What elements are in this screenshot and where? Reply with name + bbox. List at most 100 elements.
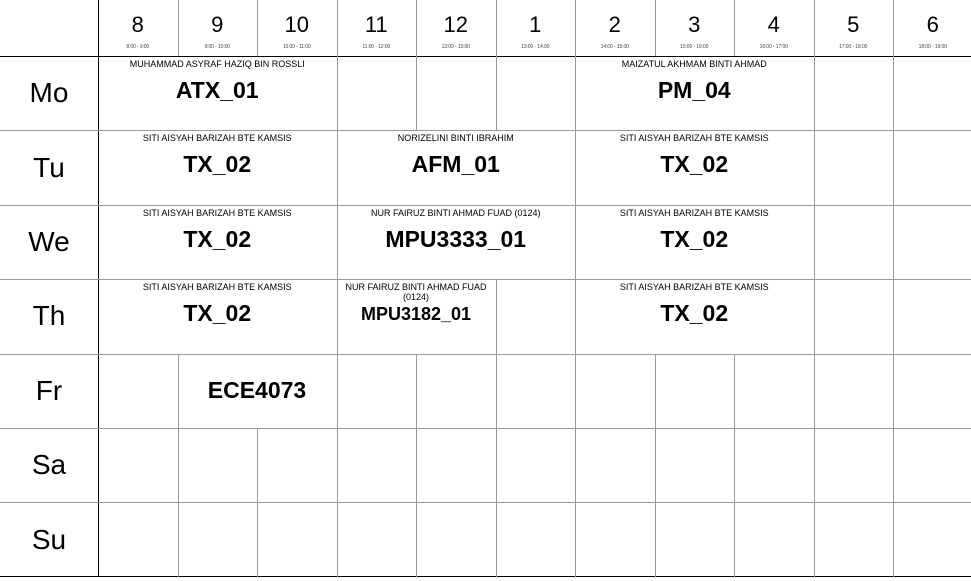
- empty-slot[interactable]: [416, 502, 496, 576]
- empty-slot[interactable]: [496, 279, 576, 353]
- grid-line: [98, 0, 99, 577]
- empty-slot[interactable]: [734, 502, 814, 576]
- empty-slot[interactable]: [575, 354, 655, 428]
- grid-line: [893, 502, 894, 577]
- grid-line: [575, 428, 576, 502]
- empty-slot[interactable]: [416, 428, 496, 502]
- day-label: We: [28, 225, 70, 257]
- day-label: Mo: [29, 77, 69, 109]
- grid-line: [257, 0, 258, 56]
- course-block[interactable]: SITI AISYAH BARIZAH BTE KAMSIS TX_02: [575, 205, 814, 279]
- time-slot-header: 12 12:00 - 13:00: [416, 0, 496, 56]
- course-code: MPU3182_01: [360, 304, 472, 325]
- empty-slot[interactable]: [814, 205, 894, 279]
- empty-slot[interactable]: [814, 354, 894, 428]
- empty-slot[interactable]: [734, 354, 814, 428]
- empty-slot[interactable]: [575, 428, 655, 502]
- course-block[interactable]: NORIZELINI BINTI IBRAHIM AFM_01: [337, 130, 576, 204]
- empty-slot[interactable]: [655, 354, 735, 428]
- empty-slot[interactable]: [814, 56, 894, 130]
- empty-slot[interactable]: [734, 428, 814, 502]
- grid-line: [893, 0, 894, 56]
- grid-line: [893, 428, 894, 502]
- grid-line: [416, 428, 417, 502]
- grid-line: [575, 56, 576, 130]
- grid-line: [814, 428, 815, 502]
- empty-slot[interactable]: [337, 502, 417, 576]
- day-label: Th: [32, 300, 66, 332]
- empty-slot[interactable]: [893, 56, 971, 130]
- course-code: TX_02: [183, 300, 252, 327]
- empty-slot[interactable]: [814, 428, 894, 502]
- grid-line: [416, 56, 417, 130]
- grid-line: [0, 502, 971, 503]
- empty-slot[interactable]: [496, 502, 576, 576]
- empty-slot[interactable]: [257, 502, 337, 576]
- course-block[interactable]: MUHAMMAD ASYRAF HAZIQ BIN ROSSLI ATX_01: [98, 56, 337, 130]
- grid-line: [814, 205, 815, 279]
- course-block[interactable]: SITI AISYAH BARIZAH BTE KAMSIS TX_02: [98, 205, 337, 279]
- empty-slot[interactable]: [893, 130, 971, 204]
- time-slot-range: 11:00 - 12:00: [362, 44, 391, 50]
- course-block[interactable]: ECE4073: [178, 354, 337, 428]
- empty-slot[interactable]: [496, 428, 576, 502]
- grid-line: [575, 130, 576, 205]
- empty-slot[interactable]: [178, 502, 258, 576]
- empty-slot[interactable]: [337, 56, 417, 130]
- grid-line: [893, 279, 894, 354]
- empty-slot[interactable]: [98, 502, 178, 576]
- grid-line: [0, 56, 971, 57]
- time-slot-range: 13:00 - 14:00: [521, 44, 550, 50]
- grid-line: [814, 56, 815, 130]
- time-slot-header: 11 11:00 - 12:00: [337, 0, 417, 56]
- empty-slot[interactable]: [655, 502, 735, 576]
- course-block[interactable]: SITI AISYAH BARIZAH BTE KAMSIS TX_02: [575, 279, 814, 353]
- empty-slot[interactable]: [655, 428, 735, 502]
- course-code: TX_02: [183, 225, 252, 252]
- course-block[interactable]: SITI AISYAH BARIZAH BTE KAMSIS TX_02: [98, 130, 337, 204]
- empty-slot[interactable]: [814, 130, 894, 204]
- empty-slot[interactable]: [337, 428, 417, 502]
- course-instructor: MAIZATUL AKHMAM BINTI AHMAD: [621, 59, 767, 69]
- empty-slot[interactable]: [496, 354, 576, 428]
- empty-slot[interactable]: [893, 205, 971, 279]
- timetable-grid: 8 8:00 - 9:00 9 9:00 - 10:00 10 10:00 - 11:00…: [0, 0, 971, 581]
- time-slot-range: 16:00 - 17:00: [759, 44, 788, 50]
- empty-slot[interactable]: [496, 56, 576, 130]
- course-block[interactable]: NUR FAIRUZ BINTI AHMAD FUAD (0124) MPU318…: [337, 279, 496, 353]
- grid-line: [496, 354, 497, 428]
- course-instructor: MUHAMMAD ASYRAF HAZIQ BIN ROSSLI: [129, 59, 305, 69]
- grid-line: [178, 502, 179, 577]
- grid-line: [734, 354, 735, 428]
- empty-slot[interactable]: [178, 428, 258, 502]
- grid-line: [655, 354, 656, 428]
- empty-slot[interactable]: [575, 502, 655, 576]
- course-block[interactable]: SITI AISYAH BARIZAH BTE KAMSIS TX_02: [98, 279, 337, 353]
- empty-slot[interactable]: [893, 502, 971, 576]
- course-code: TX_02: [183, 151, 252, 178]
- time-slot-header: 10 10:00 - 11:00: [257, 0, 337, 56]
- empty-slot[interactable]: [893, 428, 971, 502]
- empty-slot[interactable]: [893, 279, 971, 353]
- grid-line: [178, 354, 179, 428]
- day-label: Sa: [31, 449, 67, 481]
- course-block[interactable]: NUR FAIRUZ BINTI AHMAD FUAD (0124) MPU333…: [337, 205, 576, 279]
- empty-slot[interactable]: [337, 354, 417, 428]
- empty-slot[interactable]: [98, 354, 178, 428]
- empty-slot[interactable]: [814, 502, 894, 576]
- course-block[interactable]: SITI AISYAH BARIZAH BTE KAMSIS TX_02: [575, 130, 814, 204]
- empty-slot[interactable]: [98, 428, 178, 502]
- empty-slot[interactable]: [416, 354, 496, 428]
- course-code: TX_02: [660, 300, 729, 327]
- empty-slot[interactable]: [814, 279, 894, 353]
- time-slot-hour: 5: [847, 12, 860, 37]
- empty-slot[interactable]: [416, 56, 496, 130]
- course-block[interactable]: MAIZATUL AKHMAM BINTI AHMAD PM_04: [575, 56, 814, 130]
- grid-line: [655, 0, 656, 56]
- empty-slot[interactable]: [893, 354, 971, 428]
- time-slot-range: 18:00 - 19:00: [918, 44, 947, 50]
- course-instructor: SITI AISYAH BARIZAH BTE KAMSIS: [142, 282, 292, 293]
- grid-line: [575, 0, 576, 56]
- empty-slot[interactable]: [257, 428, 337, 502]
- grid-line: [496, 0, 497, 56]
